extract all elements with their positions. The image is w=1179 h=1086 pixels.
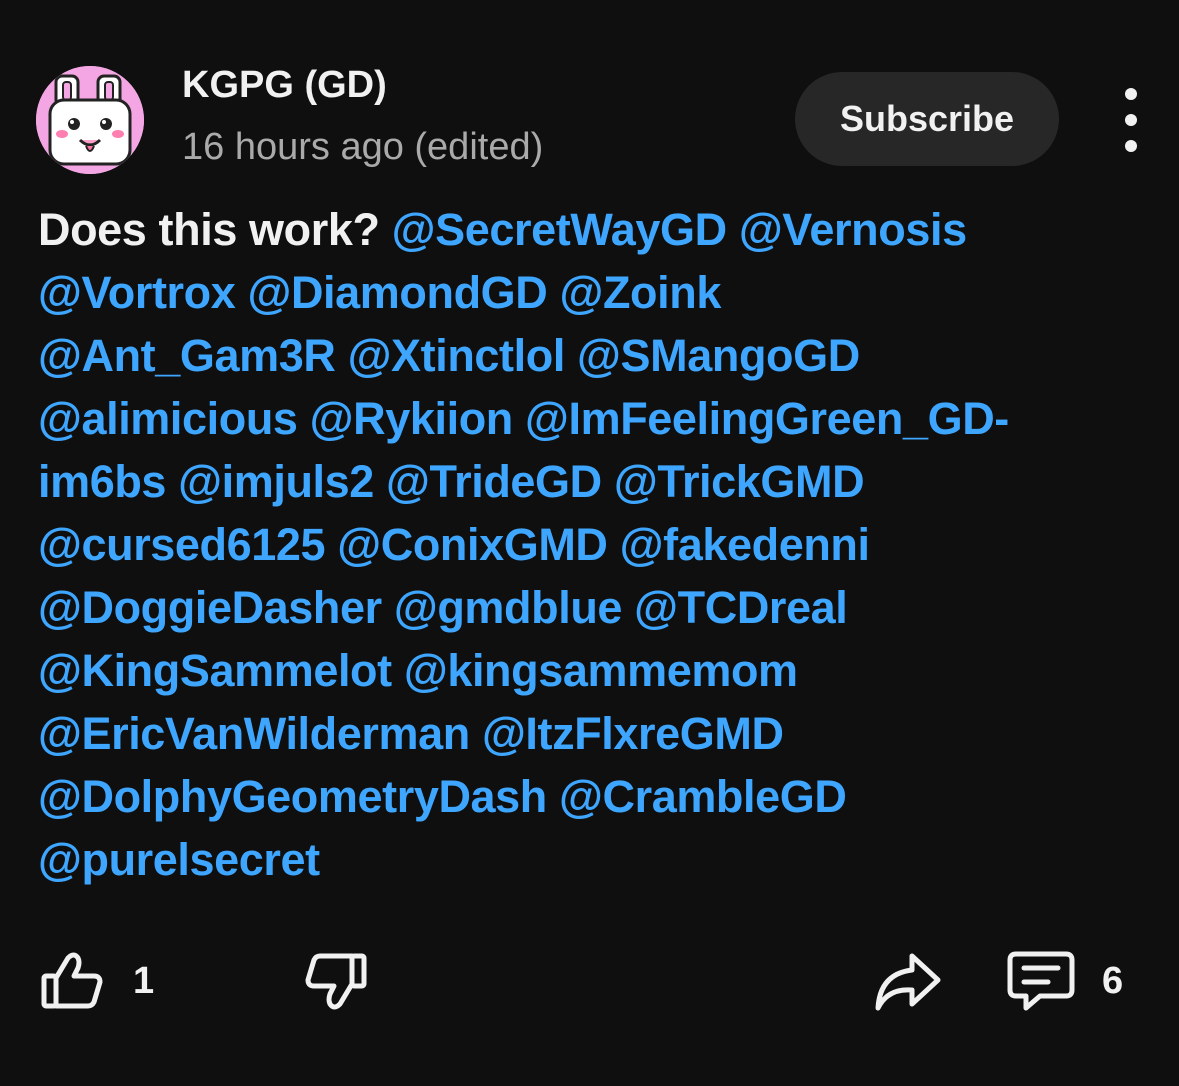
mention-link[interactable]: @CrambleGD xyxy=(559,771,847,822)
comment-line: @purelsecret xyxy=(38,828,1138,891)
comment-line: @KingSammelot @kingsammemom xyxy=(38,639,1138,702)
comment-plain-text: Does this work? xyxy=(38,204,392,255)
comment-plain-text xyxy=(235,267,247,318)
more-vert-icon[interactable] xyxy=(1106,88,1156,152)
mention-link[interactable]: @Ant_Gam3R xyxy=(38,330,336,381)
mention-link[interactable]: @Rykiion xyxy=(310,393,514,444)
comment-timestamp: 16 hours ago (edited) xyxy=(182,126,544,168)
channel-name[interactable]: KGPG (GD) xyxy=(182,64,387,107)
comment-line: @alimicious @Rykiion @ImFeelingGreen_GD- xyxy=(38,387,1138,450)
comment-line: @EricVanWilderman @ItzFlxreGMD xyxy=(38,702,1138,765)
comment-plain-text xyxy=(298,393,310,444)
reply-count: 6 xyxy=(1102,960,1124,1002)
mention-link[interactable]: @cursed6125 xyxy=(38,519,326,570)
mention-link[interactable]: @imjuls2 xyxy=(178,456,374,507)
comment-plain-text xyxy=(622,582,634,633)
avatar-image xyxy=(36,66,144,174)
thumbs-up-icon[interactable] xyxy=(40,948,104,1012)
comment-plain-text xyxy=(513,393,525,444)
mention-link[interactable]: @ConixGMD xyxy=(337,519,608,570)
comment-plain-text xyxy=(382,582,394,633)
mention-link[interactable]: @DoggieDasher xyxy=(38,582,382,633)
mention-link[interactable]: im6bs xyxy=(38,456,166,507)
thumbs-down-icon[interactable] xyxy=(304,950,368,1014)
comment-plain-text xyxy=(166,456,178,507)
mention-link[interactable]: @fakedenni xyxy=(620,519,870,570)
mention-link[interactable]: @Xtinctlol xyxy=(348,330,566,381)
mention-link[interactable]: @Vortrox xyxy=(38,267,236,318)
comment-line: im6bs @imjuls2 @TrideGD @TrickGMD xyxy=(38,450,1138,513)
comment-plain-text xyxy=(470,708,482,759)
like-count: 1 xyxy=(133,960,155,1002)
comment-line: Does this work? @SecretWayGD @Vernosis xyxy=(38,198,1138,261)
comment-plain-text xyxy=(325,519,337,570)
mention-link[interactable]: @TrideGD xyxy=(386,456,602,507)
comment-plain-text xyxy=(335,330,347,381)
mention-link[interactable]: @ItzFlxreGMD xyxy=(482,708,784,759)
subscribe-button[interactable]: Subscribe xyxy=(795,72,1059,166)
more-dot xyxy=(1125,140,1137,152)
mention-link[interactable]: @KingSammelot xyxy=(38,645,392,696)
mention-link[interactable]: @TCDreal xyxy=(634,582,848,633)
mention-link[interactable]: @EricVanWilderman xyxy=(38,708,470,759)
comment-line: @Ant_Gam3R @Xtinctlol @SMangoGD xyxy=(38,324,1138,387)
comment-plain-text xyxy=(602,456,614,507)
mention-link[interactable]: @DolphyGeometryDash xyxy=(38,771,547,822)
more-dot xyxy=(1125,114,1137,126)
mention-link[interactable]: @alimicious xyxy=(38,393,298,444)
comment-plain-text xyxy=(392,645,404,696)
share-icon[interactable] xyxy=(874,950,942,1012)
mention-link[interactable]: @kingsammemom xyxy=(404,645,798,696)
comment-plain-text xyxy=(727,204,739,255)
mention-link[interactable]: @purelsecret xyxy=(38,834,320,885)
comment-line: @cursed6125 @ConixGMD @fakedenni xyxy=(38,513,1138,576)
mention-link[interactable]: @DiamondGD xyxy=(247,267,547,318)
mention-link[interactable]: @Vernosis xyxy=(739,204,967,255)
comment-line: @DolphyGeometryDash @CrambleGD xyxy=(38,765,1138,828)
mention-link[interactable]: @SecretWayGD xyxy=(392,204,727,255)
comment-plain-text xyxy=(547,267,559,318)
comment-line: @Vortrox @DiamondGD @Zoink xyxy=(38,261,1138,324)
mention-link[interactable]: @ImFeelingGreen_GD- xyxy=(525,393,1009,444)
comment-plain-text xyxy=(565,330,577,381)
channel-avatar[interactable] xyxy=(36,66,144,174)
comment-plain-text xyxy=(374,456,386,507)
mention-link[interactable]: @Zoink xyxy=(559,267,721,318)
mention-link[interactable]: @SMangoGD xyxy=(577,330,860,381)
comment-plain-text xyxy=(608,519,620,570)
comment-plain-text xyxy=(547,771,559,822)
more-dot xyxy=(1125,88,1137,100)
comment-line: @DoggieDasher @gmdblue @TCDreal xyxy=(38,576,1138,639)
mention-link[interactable]: @gmdblue xyxy=(394,582,623,633)
mention-link[interactable]: @TrickGMD xyxy=(614,456,865,507)
comment-icon[interactable] xyxy=(1006,950,1076,1014)
comment-post: KGPG (GD) 16 hours ago (edited) Subscrib… xyxy=(0,0,1179,1086)
comment-text: Does this work? @SecretWayGD @Vernosis @V… xyxy=(38,198,1138,891)
